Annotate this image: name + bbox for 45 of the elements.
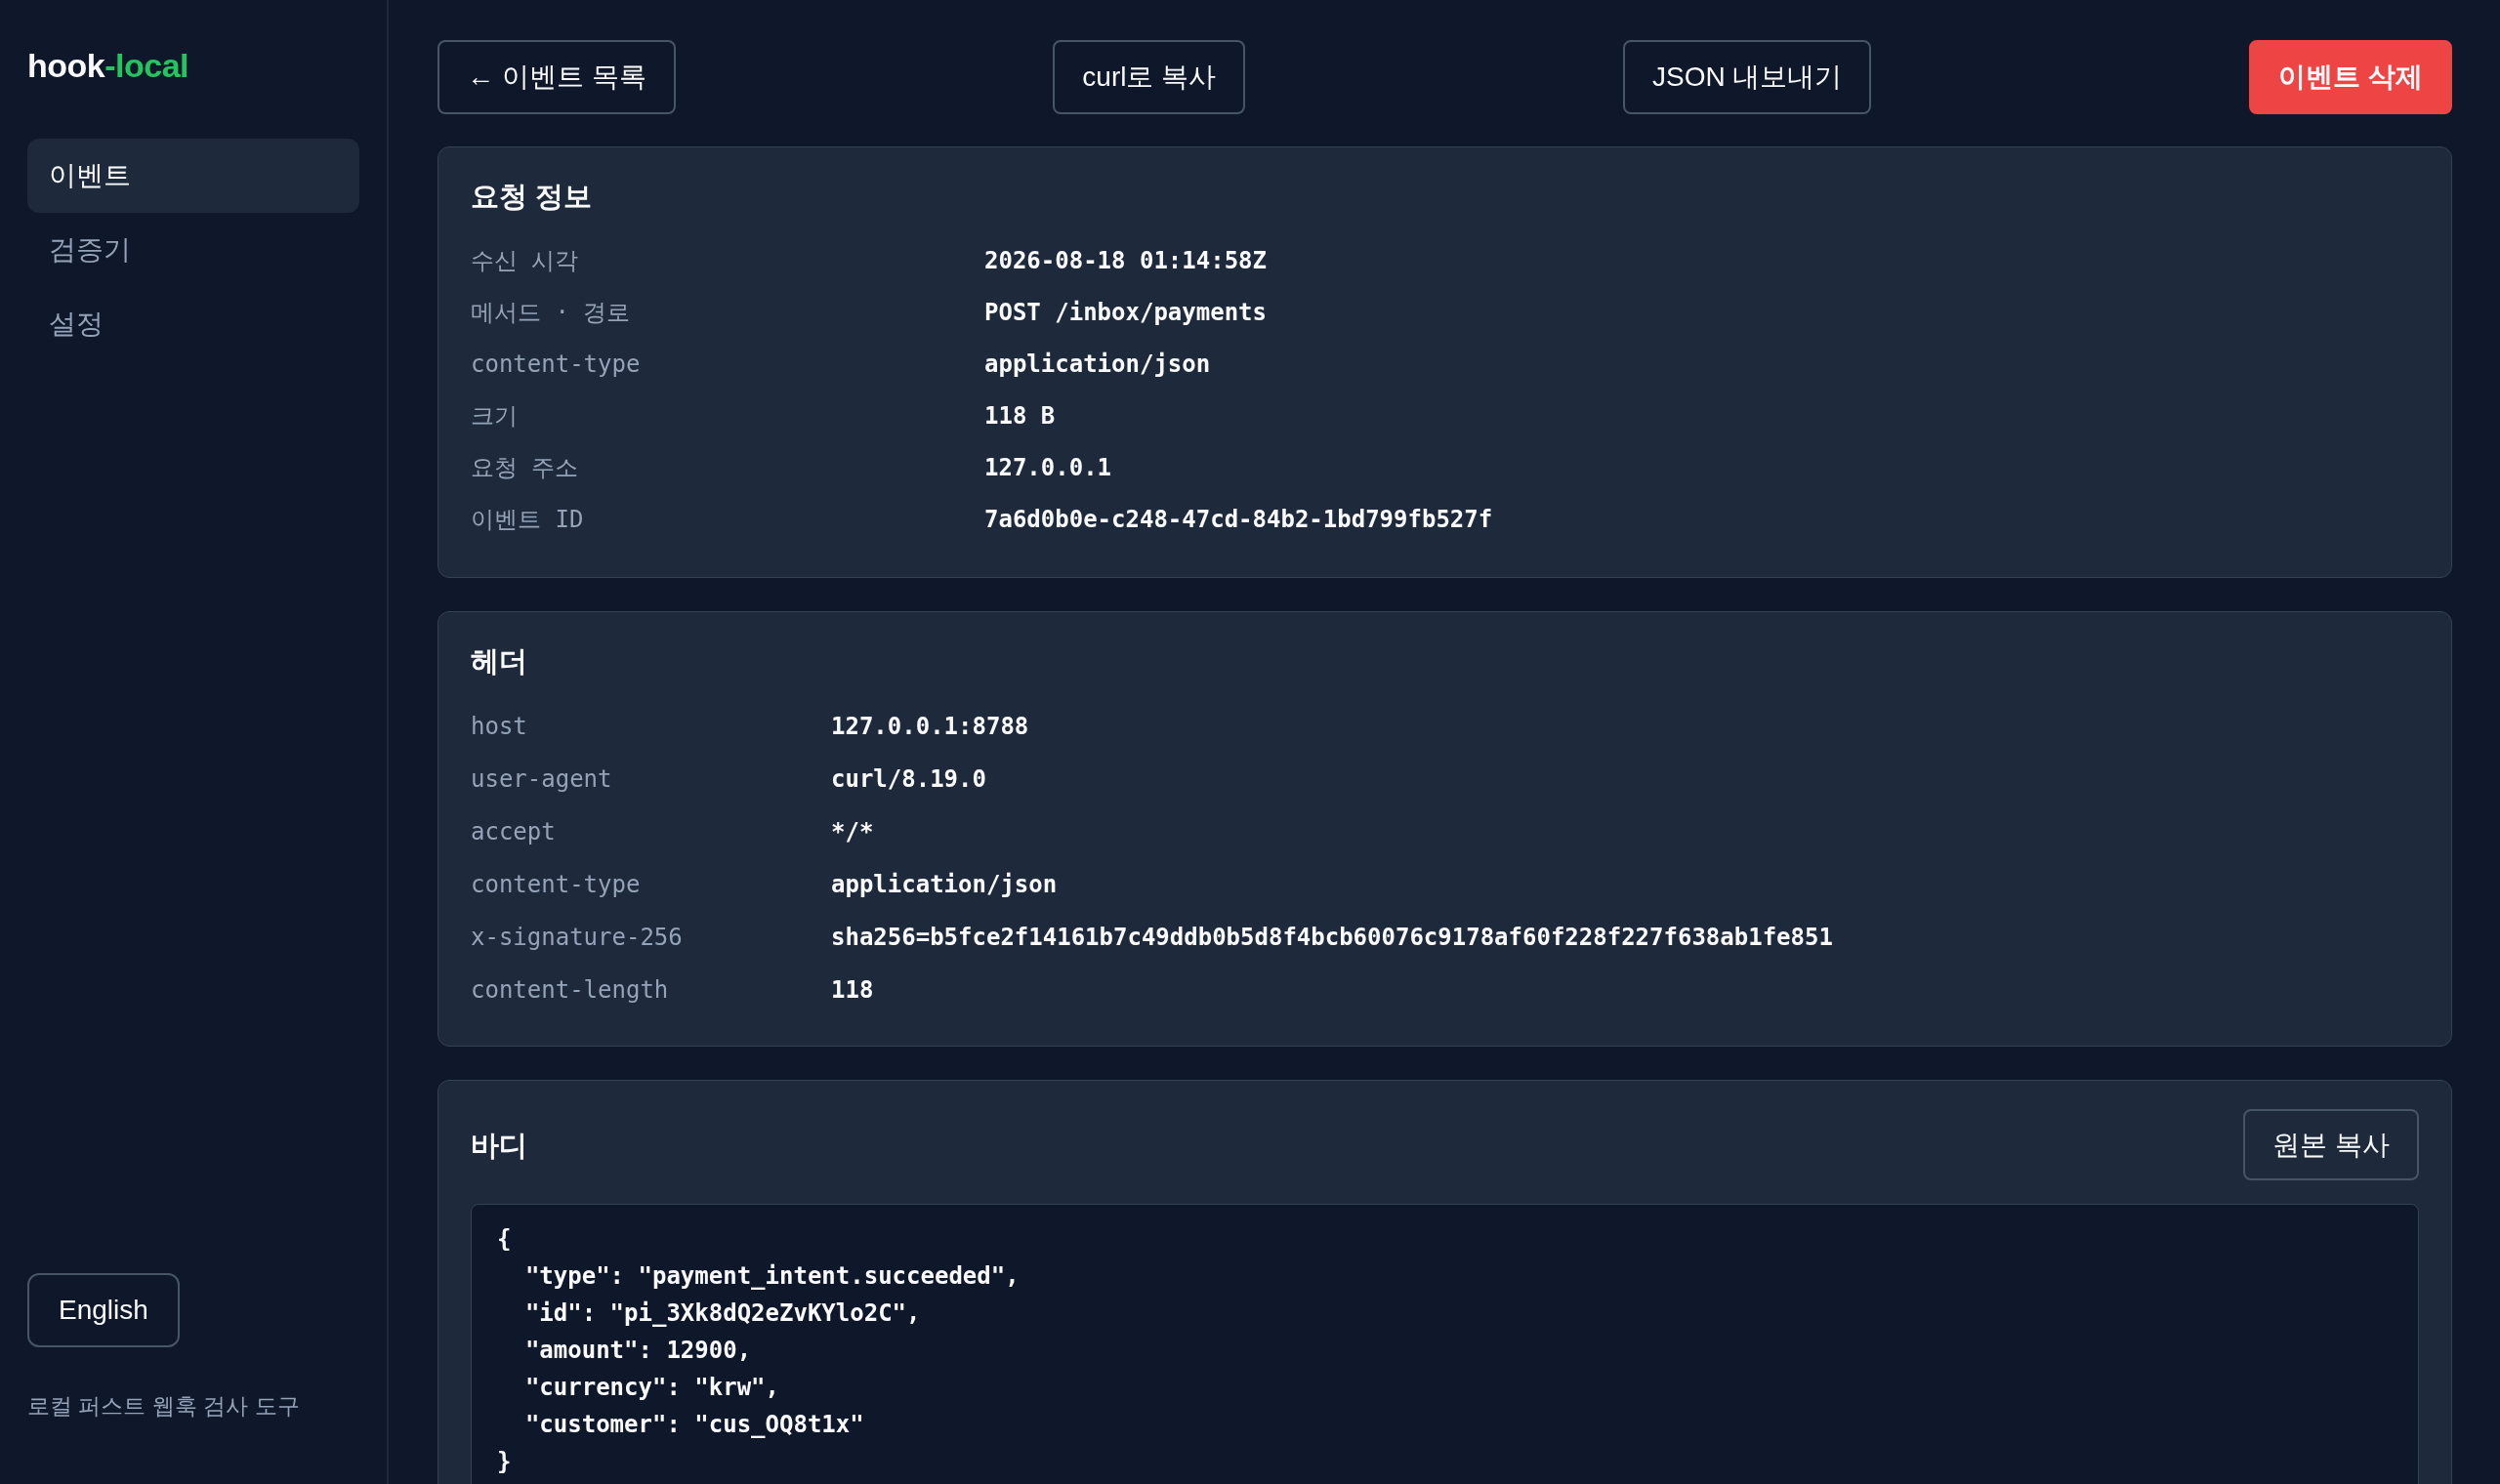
section-title: 바디: [471, 1128, 527, 1163]
header-value: curl/8.19.0: [831, 764, 986, 795]
field-label: content-type: [471, 350, 641, 380]
header-value: 127.0.0.1:8788: [831, 712, 1029, 742]
code-line: {: [497, 1224, 513, 1255]
toolbar-button[interactable]: JSON 내보내기: [1622, 40, 1872, 114]
code-line: "amount": 12900,: [523, 1336, 753, 1366]
field-label: 이벤트 ID: [471, 505, 584, 535]
toolbar-button[interactable]: curl로 복사: [1053, 40, 1246, 114]
header-value: */*: [831, 817, 874, 847]
header-name: host: [471, 712, 527, 742]
field-value: 7a6d0b0e-c248-47cd-84b2-1bd799fb527f: [984, 505, 1493, 535]
delete-button[interactable]: 이벤트 삭제: [2249, 40, 2452, 114]
header-value: application/json: [831, 870, 1058, 900]
field-label: 요청 주소: [471, 453, 579, 483]
header-name: content-type: [471, 870, 641, 900]
code-line: "customer": "cus_OQ8t1x": [523, 1410, 865, 1440]
header-value: 118: [831, 975, 874, 1006]
field-label: 크기: [471, 401, 518, 432]
header-name: user-agent: [471, 764, 612, 795]
copy-raw-button[interactable]: 원본 복사: [2243, 1109, 2419, 1180]
code-line: "type": "payment_intent.succeeded",: [523, 1261, 1021, 1292]
app-logo: hook-local: [27, 46, 189, 86]
sidebar-nav-item[interactable]: 검증기: [27, 213, 359, 287]
field-value: 127.0.0.1: [984, 453, 1112, 483]
header-name: content-length: [471, 975, 669, 1006]
header-name: accept: [471, 817, 556, 847]
field-value: application/json: [984, 350, 1211, 380]
code-line: }: [497, 1447, 513, 1477]
language-button[interactable]: English: [27, 1273, 180, 1347]
field-value: 118 B: [984, 401, 1056, 432]
toolbar-button[interactable]: ← 이벤트 목록: [438, 40, 676, 114]
code-line: "id": "pi_3Xk8dQ2eZvKYlo2C",: [523, 1298, 922, 1329]
header-name: x-signature-256: [471, 923, 683, 953]
field-value: 2026-08-18 01:14:58Z: [984, 246, 1267, 276]
field-label: 수신 시각: [471, 246, 579, 276]
code-line: "currency": "krw",: [523, 1373, 780, 1403]
section-title: 요청 정보: [471, 180, 594, 214]
field-value: POST /inbox/payments: [984, 298, 1267, 328]
field-label: 메서드 · 경로: [471, 298, 631, 328]
section-title: 헤더: [471, 644, 528, 679]
header-value: sha256=b5fce2f14161b7c49ddb0b5d8f4bcb60076c9178af60f228f227f638ab1fe851: [831, 923, 1833, 953]
sidebar-nav-item[interactable]: 설정: [27, 287, 359, 361]
sidebar-nav-item[interactable]: 이벤트: [27, 139, 359, 213]
tagline: 로컬 퍼스트 웹훅 검사 도구: [27, 1392, 300, 1420]
